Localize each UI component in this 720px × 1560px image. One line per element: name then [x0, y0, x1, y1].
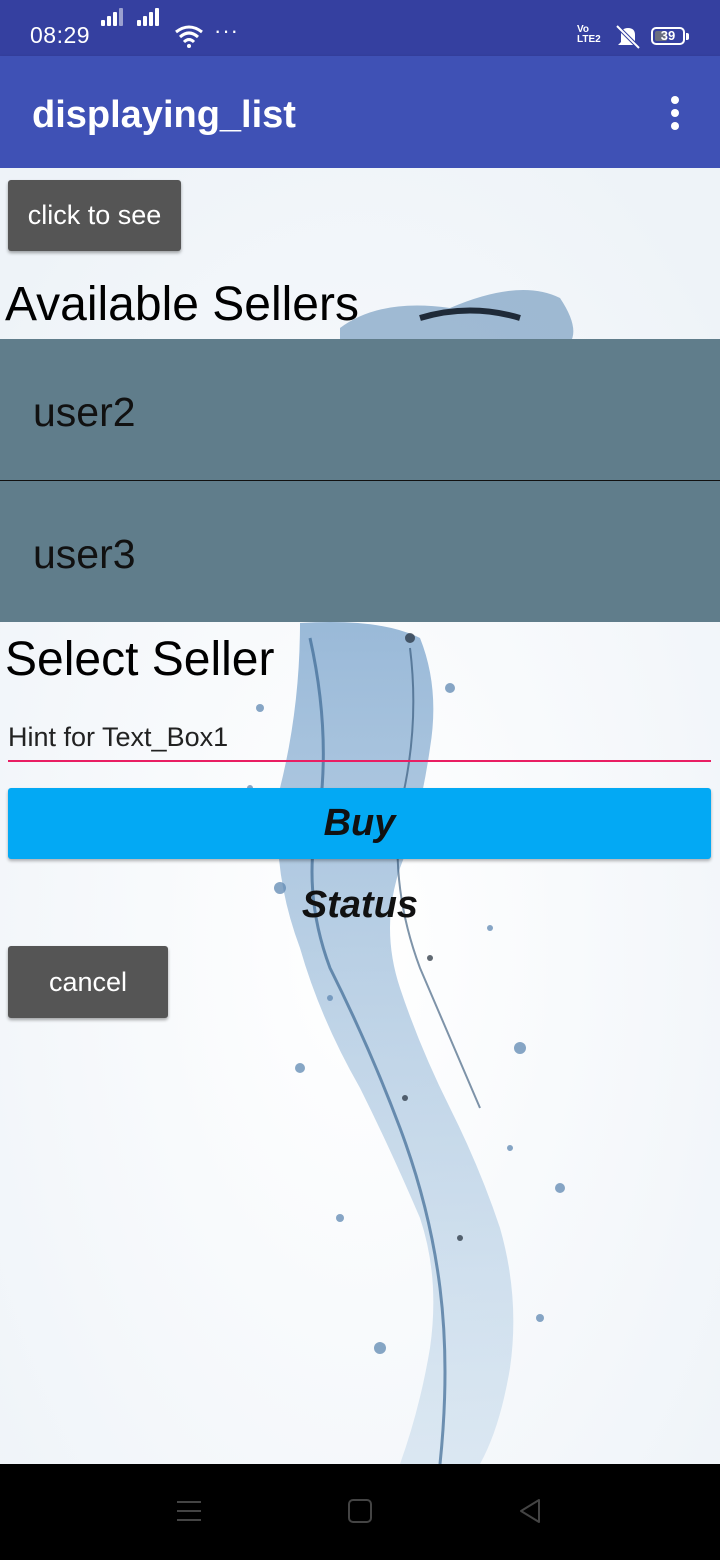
- mute-icon: [615, 24, 641, 50]
- list-item-label: user3: [33, 531, 136, 577]
- sellers-list[interactable]: user2 user3: [0, 339, 720, 622]
- buy-button[interactable]: Buy: [8, 788, 711, 859]
- back-icon[interactable]: [517, 1498, 543, 1524]
- wifi-icon: [175, 25, 203, 48]
- status-time: 08:29: [30, 22, 91, 48]
- click-to-see-button[interactable]: click to see: [8, 180, 181, 251]
- cancel-button[interactable]: cancel: [8, 946, 168, 1018]
- battery-icon: 39: [651, 27, 689, 45]
- select-seller-heading: Select Seller: [5, 633, 275, 686]
- available-sellers-heading: Available Sellers: [5, 278, 359, 331]
- list-item[interactable]: user2: [0, 339, 720, 481]
- home-icon[interactable]: [347, 1498, 373, 1524]
- more-notifications-icon: ···: [214, 18, 239, 43]
- battery-level: 39: [660, 28, 676, 43]
- list-item[interactable]: user3: [0, 481, 720, 622]
- menu-icon[interactable]: [175, 1498, 203, 1524]
- list-item-label: user2: [33, 389, 136, 435]
- seller-text-field[interactable]: Hint for Text_Box1: [8, 718, 711, 762]
- volte-icon: Vo LTE2: [577, 24, 601, 45]
- navigation-bar: [0, 1464, 720, 1560]
- app-title: displaying_list: [32, 94, 296, 136]
- status-bar: 08:29 ··· Vo LTE2 39: [0, 0, 720, 56]
- status-label: Status: [301, 884, 419, 926]
- app-bar: displaying_list: [0, 56, 720, 168]
- main-content: click to see Available Sellers user2 use…: [0, 168, 720, 1464]
- more-vert-icon[interactable]: [660, 96, 690, 130]
